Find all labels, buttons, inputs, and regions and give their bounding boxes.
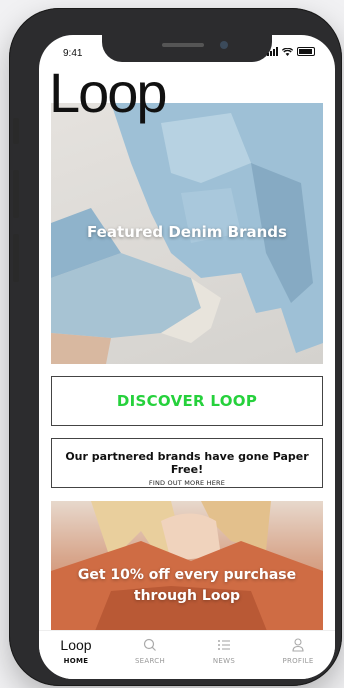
volume-down-button bbox=[13, 234, 19, 282]
list-icon bbox=[218, 640, 230, 650]
camera-icon bbox=[220, 41, 228, 49]
signal-icon bbox=[267, 47, 278, 56]
wifi-icon bbox=[282, 47, 293, 56]
search-icon bbox=[143, 638, 156, 651]
user-icon bbox=[292, 638, 304, 652]
promo-line-2: through Loop bbox=[133, 588, 241, 604]
tab-news-label: NEWS bbox=[212, 657, 236, 665]
tab-profile[interactable]: PROFILE bbox=[261, 631, 335, 679]
tab-home[interactable]: Loop HOME bbox=[39, 631, 113, 679]
discover-loop-button[interactable]: DISCOVER LOOP bbox=[51, 376, 323, 426]
status-time: 9:41 bbox=[63, 48, 83, 59]
tab-bar: Loop HOME SEARCH NEWS PROFILE bbox=[39, 630, 335, 679]
screen: 9:41 Loop Featured Denim Brands DISCOVER… bbox=[39, 35, 335, 679]
hero-title: Featured Denim Brands bbox=[87, 223, 287, 241]
promo-line-1: Get 10% off every purchase bbox=[77, 567, 297, 583]
paper-free-banner[interactable]: Our partnered brands have gone Paper Fre… bbox=[51, 438, 323, 488]
notch bbox=[102, 35, 272, 62]
tab-search-label: SEARCH bbox=[134, 657, 166, 665]
paper-free-title: Our partnered brands have gone Paper Fre… bbox=[65, 450, 309, 476]
mute-switch bbox=[13, 118, 19, 144]
find-out-more-link[interactable]: FIND OUT MORE HERE bbox=[52, 479, 322, 487]
hero-banner[interactable]: Featured Denim Brands bbox=[51, 103, 323, 364]
promo-banner[interactable]: Get 10% off every purchase through Loop bbox=[51, 501, 323, 641]
tab-news[interactable]: NEWS bbox=[187, 631, 261, 679]
phone-frame: 9:41 Loop Featured Denim Brands DISCOVER… bbox=[9, 8, 342, 686]
promo-text: Get 10% off every purchase through Loop bbox=[51, 565, 323, 607]
loop-logo-icon: Loop bbox=[60, 637, 92, 653]
tab-profile-label: PROFILE bbox=[282, 657, 314, 665]
tab-home-label: HOME bbox=[63, 657, 89, 665]
speaker bbox=[162, 43, 204, 47]
status-icons bbox=[267, 47, 315, 56]
volume-up-button bbox=[13, 170, 19, 218]
battery-icon bbox=[297, 47, 315, 56]
tab-search[interactable]: SEARCH bbox=[113, 631, 187, 679]
app-logo: Loop bbox=[49, 61, 168, 124]
